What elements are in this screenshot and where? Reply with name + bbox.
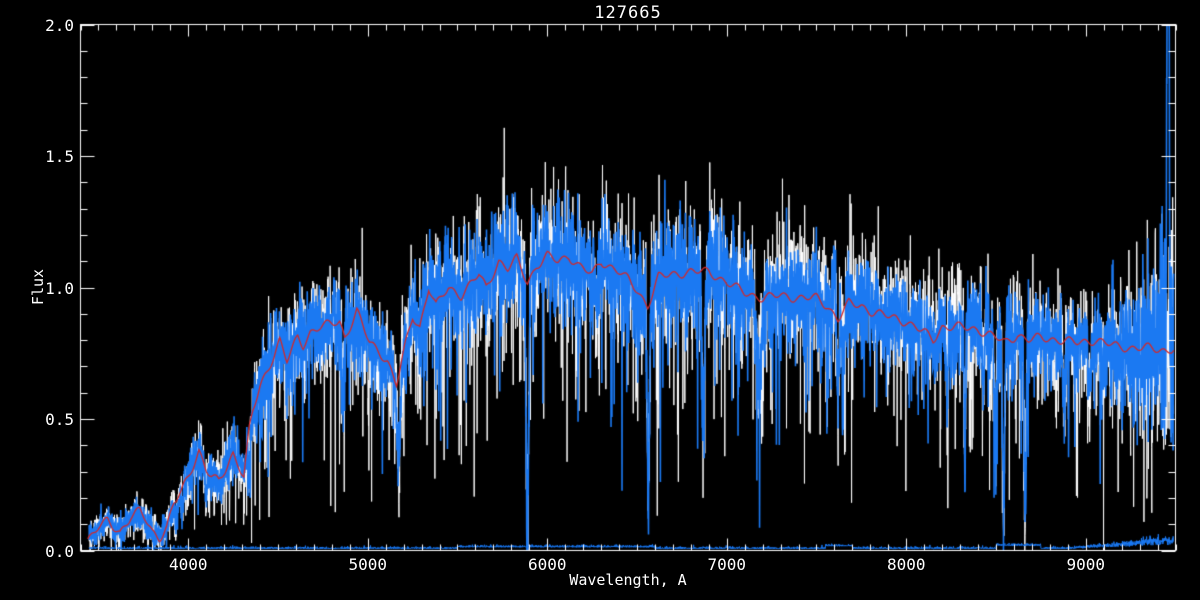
y-tick-label: 0.5 xyxy=(45,410,74,429)
x-tick-label: 6000 xyxy=(527,555,567,574)
y-tick-label: 0.0 xyxy=(45,541,74,561)
spectrum-plot-canvas xyxy=(0,0,1200,600)
y-tick-label: 2.0 xyxy=(45,15,74,35)
x-tick-label: 9000 xyxy=(1066,555,1105,574)
x-tick-label: 7000 xyxy=(707,555,746,574)
x-tick-label: 4000 xyxy=(168,555,208,574)
x-tick-label: 5000 xyxy=(348,555,387,574)
plot-title: 127665 xyxy=(594,3,662,23)
spectrum-figure: 127665 Flux Wavelength, A 4000 5000 6000 70… xyxy=(0,0,1200,600)
y-tick-label: 1.5 xyxy=(45,147,74,166)
x-tick-label: 8000 xyxy=(886,555,926,574)
y-tick-label: 1.0 xyxy=(45,278,74,298)
